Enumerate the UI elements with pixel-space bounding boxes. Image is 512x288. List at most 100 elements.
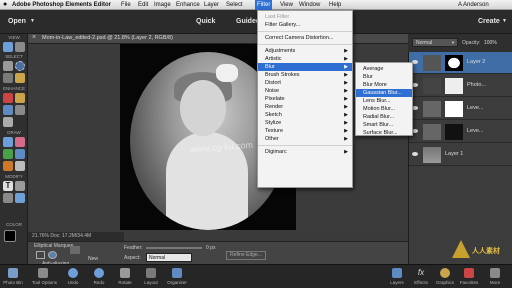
layout-button[interactable]: Layout [140,268,162,285]
blur-item-lens-blur[interactable]: Lens Blur... [356,97,412,105]
user-name[interactable]: A Anderson [458,1,489,9]
opacity-value[interactable]: 100% [484,40,497,46]
menu-item-brush-strokes[interactable]: Brush Strokes ▶ [258,71,352,79]
open-button[interactable]: Open [8,18,26,25]
document-tab[interactable]: × Mom-in-Law_edited-2.psd @ 21.8% (Layer… [28,34,418,44]
blur-item-blur[interactable]: Blur [356,73,412,81]
menu-help[interactable]: Help [329,1,341,9]
graphics-button[interactable]: Graphics [434,268,456,285]
selection-mode-new-icon[interactable] [70,246,80,254]
move-tool-icon[interactable] [3,61,13,71]
blur-item-blur-more[interactable]: Blur More [356,81,412,89]
menu-item-label: Artistic [265,56,282,62]
menu-image[interactable]: Image [154,1,171,9]
quick-selection-tool-icon[interactable] [15,73,25,83]
menu-item-render[interactable]: Render ▶ [258,103,352,111]
menu-item-correct-camera-distortion[interactable]: Correct Camera Distortion... [258,34,352,42]
shape-tool-icon[interactable] [3,161,13,171]
menu-item-filter-gallery[interactable]: Filter Gallery... [258,21,352,29]
create-button[interactable]: Create [478,18,500,25]
menu-file[interactable]: File [121,1,131,9]
feather-value[interactable]: 0 px [206,245,215,251]
rotate-button[interactable]: Rotate [114,268,136,285]
menu-select[interactable]: Select [226,1,243,9]
apple-icon[interactable]: ● [3,1,7,9]
organizer-button[interactable]: Organizer [166,268,188,285]
undo-button[interactable]: Undo [62,268,84,285]
layer-row[interactable]: Leve... [409,121,512,143]
zoom-doc-size: 21.76% Doc: 17.2M/34.4M [32,233,92,239]
straighten-tool-icon[interactable] [15,193,25,203]
hand-tool-icon[interactable] [15,42,25,52]
menu-item-texture[interactable]: Texture ▶ [258,127,352,135]
more-button[interactable]: More [484,268,506,285]
eye-icon[interactable] [412,152,418,156]
layer-row[interactable]: Layer 2 [409,52,512,74]
blur-item-radial-blur[interactable]: Radial Blur... [356,113,412,121]
layer-thumbnail [423,124,441,140]
menu-item-digimarc[interactable]: Digimarc ▶ [258,148,352,156]
menu-view[interactable]: View [280,1,293,9]
crop-tool-icon[interactable] [15,181,25,191]
blend-mode-select[interactable]: Normal ▼ [412,38,458,47]
menu-window[interactable]: Window [299,1,320,9]
eraser-tool-icon[interactable] [15,137,25,147]
menu-item-artistic[interactable]: Artistic ▶ [258,55,352,63]
close-tab-icon[interactable]: × [32,34,36,41]
app-menu[interactable]: Adobe Photoshop Elements Editor [12,1,111,9]
menu-item-other[interactable]: Other ▶ [258,135,352,143]
status-bar: 21.76% Doc: 17.2M/34.4M [28,232,124,241]
tab-quick[interactable]: Quick [196,18,215,25]
menu-item-label: Noise [265,88,280,94]
photo-bin-button[interactable]: Photo Bin [2,268,24,285]
create-dropdown-icon[interactable]: ▼ [502,18,507,24]
menu-item-distort[interactable]: Distort ▶ [258,79,352,87]
blur-item-motion-blur[interactable]: Motion Blur... [356,105,412,113]
effects-button[interactable]: fx Effects [410,268,432,285]
aspect-select[interactable]: Normal [146,253,192,262]
red-eye-tool-icon[interactable] [3,93,13,103]
layer-mask-thumbnail [445,101,463,117]
pencil-tool-icon[interactable] [15,161,25,171]
menu-enhance[interactable]: Enhance [176,1,200,9]
brush-tool-icon[interactable] [3,137,13,147]
favorites-button[interactable]: Favorites [458,268,480,285]
ellipse-marquee-icon[interactable] [48,251,57,259]
foreground-color-swatch[interactable] [4,230,16,242]
clone-tool-icon[interactable] [3,117,13,127]
sponge-tool-icon[interactable] [15,105,25,115]
blur-item-smart-blur[interactable]: Smart Blur... [356,121,412,129]
rect-marquee-icon[interactable] [36,251,45,259]
menu-item-pixelate[interactable]: Pixelate ▶ [258,95,352,103]
blur-item-gaussian-blur[interactable]: Gaussian Blur... [356,89,412,97]
redo-button[interactable]: Redo [88,268,110,285]
layer-row[interactable]: Photo... [409,75,512,97]
type-tool-icon[interactable]: T [3,181,13,191]
recompose-tool-icon[interactable] [3,193,13,203]
menu-item-adjustments[interactable]: Adjustments ▶ [258,47,352,55]
marquee-tool-icon[interactable] [15,61,25,71]
menu-layer[interactable]: Layer [204,1,219,9]
feather-slider[interactable] [146,247,202,249]
menu-filter[interactable]: Filter [255,0,273,10]
menu-item-noise[interactable]: Noise ▶ [258,87,352,95]
blur-item-surface-blur[interactable]: Surface Blur... [356,129,412,137]
gradient-tool-icon[interactable] [15,149,25,159]
lasso-tool-icon[interactable] [3,73,13,83]
tool-options-button[interactable]: Tool Options [32,268,57,285]
layer-row[interactable]: Layer 1 [409,144,512,166]
menu-item-sketch[interactable]: Sketch ▶ [258,111,352,119]
paint-bucket-tool-icon[interactable] [3,149,13,159]
menu-edit[interactable]: Edit [138,1,148,9]
layers-button[interactable]: Layers [386,268,408,285]
layer-row[interactable]: Leve... [409,98,512,120]
refine-edge-button[interactable]: Refine Edge... [226,251,266,260]
open-dropdown-icon[interactable]: ▼ [30,18,35,24]
zoom-tool-icon[interactable] [3,42,13,52]
blur-tool-icon[interactable] [3,105,13,115]
menu-item-blur[interactable]: Blur ▶ [258,63,352,71]
blur-item-average[interactable]: Average [356,65,412,73]
menu-item-stylize[interactable]: Stylize ▶ [258,119,352,127]
healing-tool-icon[interactable] [15,93,25,103]
menu-item-last-filter: Last Filter [265,14,290,20]
